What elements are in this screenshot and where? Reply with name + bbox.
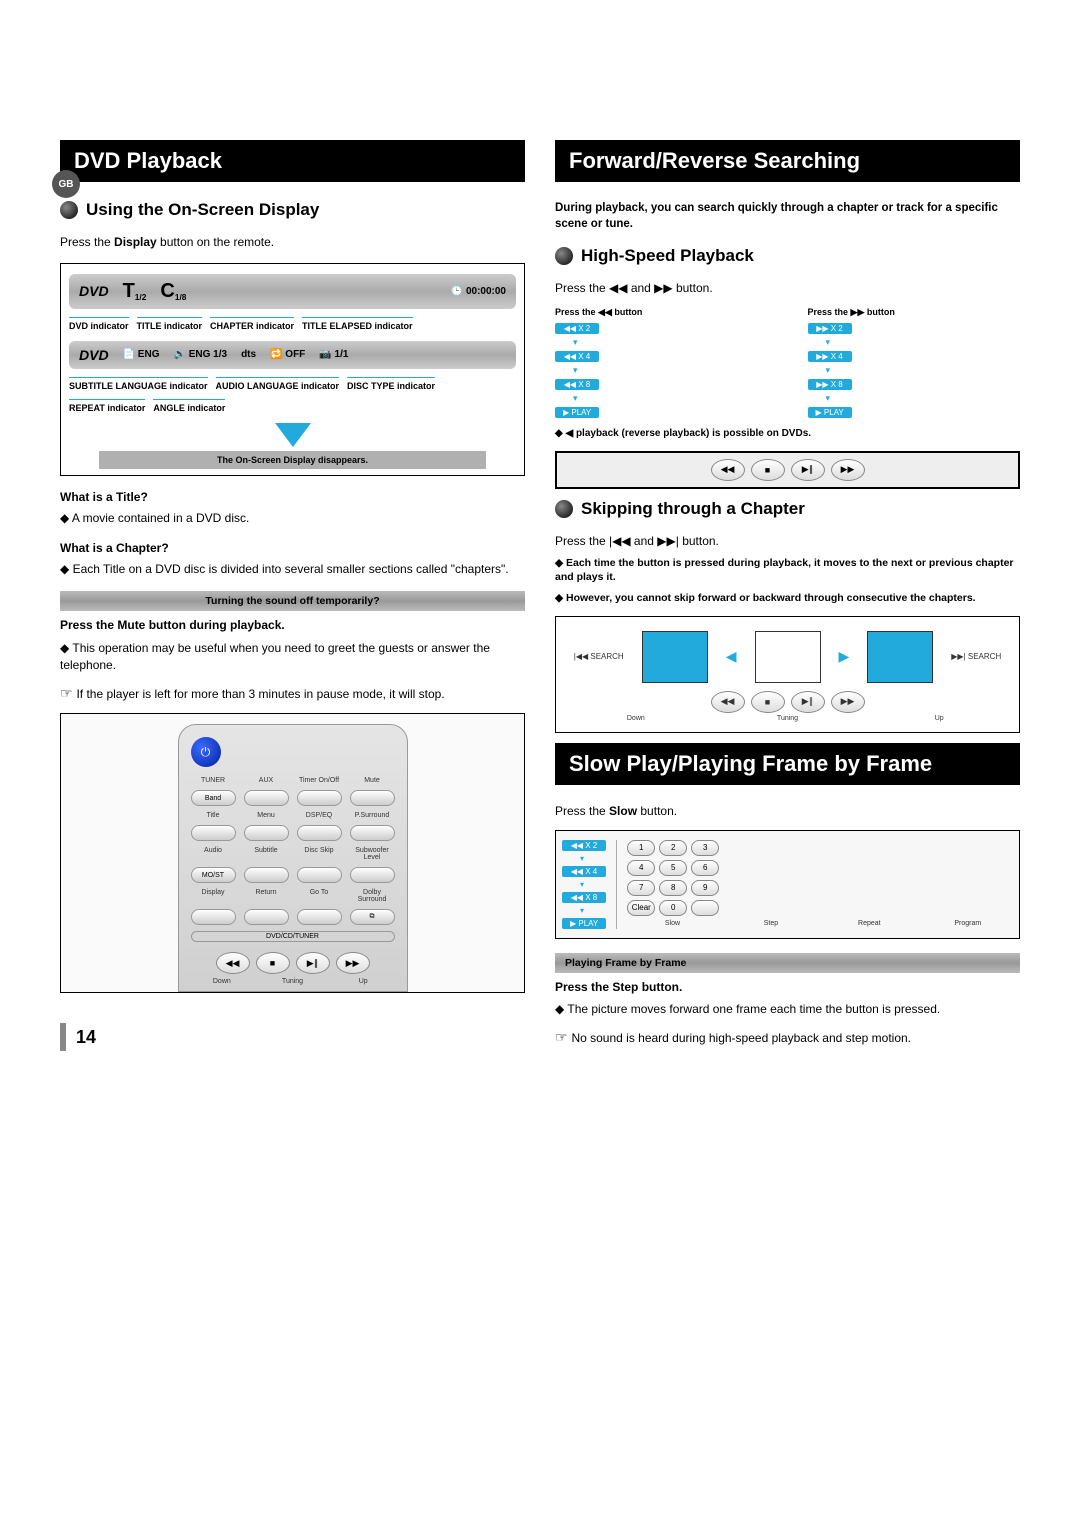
callout-frame: Playing Frame by Frame	[555, 953, 1020, 973]
heading-skipping: Skipping through a Chapter	[555, 499, 1020, 519]
play-pause-icon: ▶∥	[296, 952, 330, 974]
osd-bar-1: DVD T1/2 C1/8 🕒 00:00:00	[69, 274, 516, 309]
heading-high-speed: High-Speed Playback	[555, 246, 1020, 266]
callout-mute: Turning the sound off temporarily?	[60, 591, 525, 611]
power-icon: ⏻	[191, 737, 221, 767]
slow-diagram: ◀◀ X 2 ▾ ◀◀ X 4 ▾ ◀◀ X 8 ▾ ▶ PLAY 1 2 3 …	[555, 830, 1020, 939]
stop-icon: ■	[256, 952, 290, 974]
no-sound-note: No sound is heard during high-speed play…	[555, 1028, 1020, 1048]
speed-diagram: Press the ◀◀ button ◀◀ X 2 ▾ ◀◀ X 4 ▾ ◀◀…	[555, 307, 1020, 421]
skip-note2: However, you cannot skip forward or back…	[555, 591, 1020, 606]
reverse-note: ◀ playback (reverse playback) is possibl…	[555, 427, 1020, 441]
mute-note: This operation may be useful when you ne…	[60, 640, 525, 674]
mode-strip: DVD/CD/TUNER	[191, 931, 395, 942]
qa-title: What is a Title? A movie contained in a …	[60, 490, 525, 527]
most-button: MO/ST	[191, 867, 236, 883]
language-badge: GB	[52, 170, 80, 198]
osd-labels-2: SUBTITLE LANGUAGE indicator AUDIO LANGUA…	[69, 377, 516, 413]
numpad: 1 2 3 4 5 6 7 8 9 Clear 0	[627, 840, 1013, 916]
rewind-icon: ◀◀	[711, 459, 745, 481]
heading-onscreen-display: Using the On-Screen Display	[60, 200, 525, 220]
skip-back-icon: ◀◀	[711, 691, 745, 713]
dvd-logo: DVD	[79, 283, 109, 299]
page-number: 14	[60, 1023, 525, 1051]
osd-diagram: DVD T1/2 C1/8 🕒 00:00:00 DVD indicator T…	[60, 263, 525, 476]
play-pause-icon: ▶∥	[791, 459, 825, 481]
arrow-left-icon: ◀	[726, 648, 737, 665]
bullet-icon	[555, 500, 573, 518]
forward-icon: ▶▶	[336, 952, 370, 974]
title-forward-reverse: Forward/Reverse Searching	[555, 140, 1020, 182]
stop-icon: ■	[751, 459, 785, 481]
bullet-icon	[60, 201, 78, 219]
transport-strip-1: ◀◀ ■ ▶∥ ▶▶	[555, 451, 1020, 489]
heading-text: Using the On-Screen Display	[86, 200, 319, 220]
arrow-right-icon: ▶	[839, 648, 850, 665]
qa-chapter: What is a Chapter? Each Title on a DVD d…	[60, 541, 525, 578]
search-next-label: ▶▶| SEARCH	[951, 652, 1001, 661]
bullet-icon	[555, 247, 573, 265]
stop-icon: ■	[751, 691, 785, 713]
remote-illustration: ⏻ TUNER AUX Timer On/Off Mute Band Title…	[60, 713, 525, 993]
osd-disappears-note: The On-Screen Display disappears.	[99, 451, 486, 469]
screen-left	[642, 631, 708, 683]
skip-diagram: |◀◀ SEARCH ◀ ▶ ▶▶| SEARCH ◀◀ ■ ▶∥ ▶▶ Dow…	[555, 616, 1020, 733]
arrow-down-icon	[275, 423, 311, 447]
press-skip: Press the |◀◀ and ▶▶| button.	[555, 533, 1020, 550]
band-button: Band	[191, 790, 236, 806]
right-column: Forward/Reverse Searching During playbac…	[555, 140, 1020, 1054]
osd-bar-2: DVD 📄 ENG 🔊 ENG 1/3 dts 🔁 OFF 📷 1/1	[69, 341, 516, 369]
skip-note1: Each time the button is pressed during p…	[555, 556, 1020, 585]
left-column: DVD Playback Using the On-Screen Display…	[60, 140, 525, 1054]
screen-mid	[755, 631, 821, 683]
frame-note: The picture moves forward one frame each…	[555, 1001, 1020, 1018]
play-pause-icon: ▶∥	[791, 691, 825, 713]
skip-fwd-icon: ▶▶	[831, 691, 865, 713]
search-intro: During playback, you can search quickly …	[555, 200, 1020, 232]
pause-note: If the player is left for more than 3 mi…	[60, 684, 525, 704]
rewind-icon: ◀◀	[216, 952, 250, 974]
dvd-logo-2: DVD	[79, 347, 109, 363]
title-dvd-playback: DVD Playback	[60, 140, 525, 182]
press-ff-rw: Press the ◀◀ and ▶▶ button.	[555, 280, 1020, 297]
search-prev-label: |◀◀ SEARCH	[574, 652, 624, 661]
press-slow: Press the Slow button.	[555, 803, 1020, 820]
osd-labels-1: DVD indicator TITLE indicator CHAPTER in…	[69, 317, 516, 331]
press-step: Press the Step button.	[555, 979, 1020, 996]
screen-right	[867, 631, 933, 683]
forward-icon: ▶▶	[831, 459, 865, 481]
press-mute: Press the Mute button during playback.	[60, 617, 525, 634]
press-display-text: Press the Display button on the remote.	[60, 234, 525, 251]
title-slow-play: Slow Play/Playing Frame by Frame	[555, 743, 1020, 785]
